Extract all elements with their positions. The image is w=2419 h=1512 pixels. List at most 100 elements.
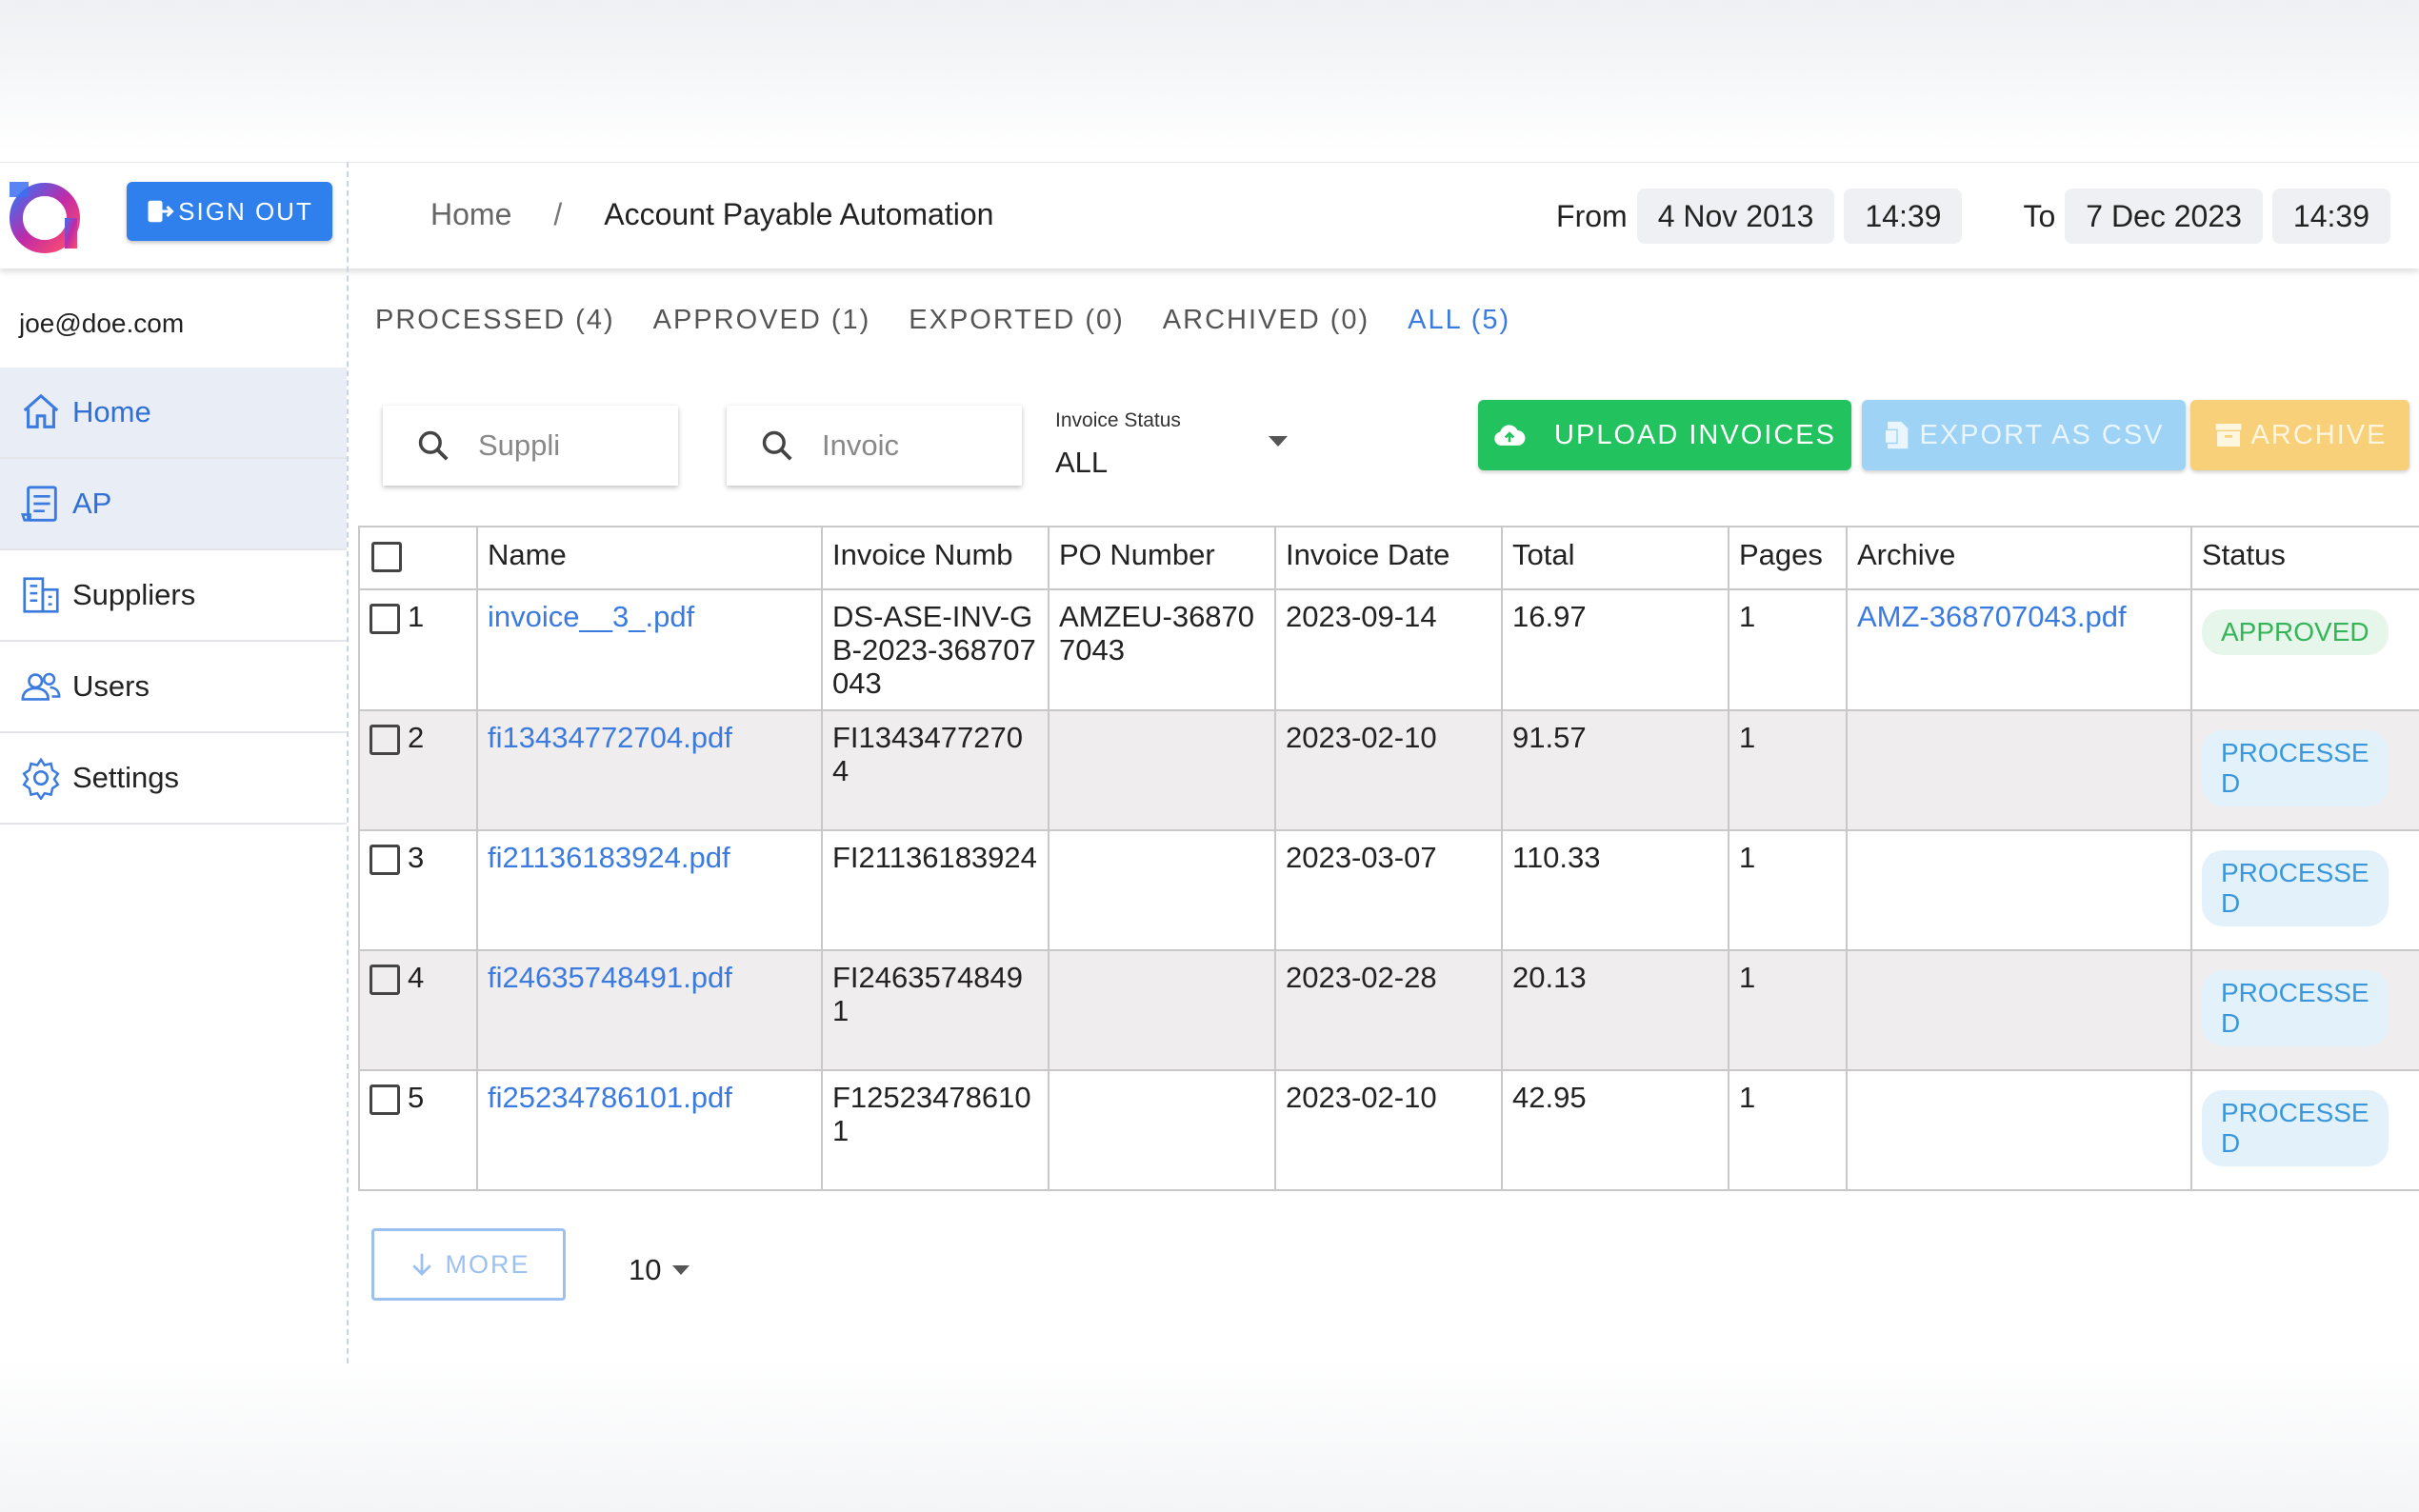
load-more-button[interactable]: MORE: [371, 1228, 566, 1301]
sign-out-button[interactable]: SIGN OUT: [127, 182, 332, 241]
invoice-file-link[interactable]: fi25234786101.pdf: [488, 1081, 732, 1114]
invoice-file-link[interactable]: invoice__3_.pdf: [488, 600, 694, 633]
page-size-select[interactable]: 10: [629, 1253, 690, 1287]
breadcrumb-separator: /: [553, 197, 563, 231]
tab-archived[interactable]: ARCHIVED (0): [1163, 305, 1369, 336]
row-checkbox[interactable]: [370, 724, 400, 755]
table-row[interactable]: 2 fi13434772704.pdf FI13434772704 2023-0…: [358, 709, 2419, 831]
archive-cell: [1846, 829, 2192, 951]
sidebar-item-ap[interactable]: AP: [0, 459, 347, 550]
row-checkbox[interactable]: [370, 964, 400, 995]
row-checkbox[interactable]: [370, 844, 400, 875]
total-cell: 16.97: [1501, 588, 1729, 711]
row-index: 5: [408, 1081, 425, 1114]
to-time-picker[interactable]: 14:39: [2271, 189, 2390, 244]
breadcrumb-home[interactable]: Home: [430, 197, 511, 232]
invoice-number-cell: F125234786101: [821, 1069, 1050, 1191]
pages-cell: 1: [1728, 1069, 1848, 1191]
select-all-cell: [358, 526, 478, 590]
supplier-search[interactable]: [383, 406, 678, 486]
invoice-name-cell: invoice__3_.pdf: [476, 588, 823, 711]
invoice-status-label: Invoice Status: [1055, 409, 1181, 431]
sidebar-item-label: Home: [72, 395, 151, 428]
status-badge: PROCESSED: [2202, 850, 2389, 926]
archive-cell: [1846, 949, 2192, 1071]
total-cell: 91.57: [1501, 709, 1729, 831]
tab-processed[interactable]: PROCESSED (4): [375, 305, 615, 336]
pages-cell: 1: [1728, 709, 1848, 831]
sidebar-item-suppliers[interactable]: Suppliers: [0, 550, 347, 642]
tab-approved[interactable]: APPROVED (1): [653, 305, 871, 336]
column-header-invoice-number[interactable]: Invoice Numb: [821, 526, 1050, 590]
status-cell: PROCESSED: [2190, 1069, 2419, 1191]
from-label: From: [1556, 198, 1628, 233]
from-time-picker[interactable]: 14:39: [1844, 189, 1963, 244]
table-row[interactable]: 3 fi21136183924.pdf FI21136183924 2023-0…: [358, 829, 2419, 951]
po-number-cell: AMZEU-368707043: [1048, 588, 1276, 711]
upload-invoices-button[interactable]: UPLOAD INVOICES: [1478, 400, 1851, 470]
column-header-archive[interactable]: Archive: [1846, 526, 2192, 590]
export-csv-button[interactable]: EXPORT AS CSV: [1862, 400, 2186, 470]
archive-icon: [2215, 424, 2241, 447]
row-checkbox[interactable]: [370, 1084, 400, 1115]
table-row[interactable]: 5 fi25234786101.pdf F125234786101 2023-0…: [358, 1069, 2419, 1191]
date-range: From 4 Nov 2013 14:39 To 7 Dec 2023 14:3…: [1556, 189, 2390, 244]
sidebar-item-settings[interactable]: Settings: [0, 733, 347, 825]
supplier-search-input[interactable]: [478, 428, 650, 463]
sidebar-item-users[interactable]: Users: [0, 642, 347, 733]
invoice-number-cell: FI13434772704: [821, 709, 1050, 831]
upload-invoices-label: UPLOAD INVOICES: [1554, 419, 1836, 450]
to-date-picker[interactable]: 7 Dec 2023: [2065, 189, 2263, 244]
invoice-date-cell: 2023-09-14: [1274, 588, 1503, 711]
select-all-checkbox[interactable]: [371, 541, 402, 572]
invoice-status-select[interactable]: Invoice Status ALL: [1055, 409, 1293, 486]
user-email: joe@doe.com: [19, 308, 185, 338]
status-cell: PROCESSED: [2190, 949, 2419, 1071]
archive-label: ARCHIVE: [2250, 419, 2388, 450]
arrow-down-icon: [411, 1253, 431, 1276]
from-date-picker[interactable]: 4 Nov 2013: [1636, 189, 1835, 244]
tab-all[interactable]: ALL (5): [1408, 305, 1510, 336]
sidebar-item-label: AP: [72, 487, 112, 520]
archive-button[interactable]: ARCHIVE: [2190, 400, 2409, 470]
column-header-name[interactable]: Name: [476, 526, 823, 590]
invoice-file-link[interactable]: fi24635748491.pdf: [488, 961, 732, 994]
search-icon: [762, 430, 792, 461]
logo-icon: [10, 182, 80, 253]
archive-cell: [1846, 709, 2192, 831]
tab-exported[interactable]: EXPORTED (0): [909, 305, 1125, 336]
invoice-date-cell: 2023-02-28: [1274, 949, 1503, 1071]
export-csv-label: EXPORT AS CSV: [1919, 419, 2165, 450]
table-row[interactable]: 4 fi24635748491.pdf FI24635748491 2023-0…: [358, 949, 2419, 1071]
status-badge: PROCESSED: [2202, 1090, 2389, 1166]
column-header-invoice-date[interactable]: Invoice Date: [1274, 526, 1503, 590]
column-header-status[interactable]: Status: [2190, 526, 2419, 590]
sidebar-item-home[interactable]: Home: [0, 368, 347, 459]
archive-file-link[interactable]: AMZ-368707043.pdf: [1857, 600, 2127, 633]
po-number-cell: [1048, 1069, 1276, 1191]
status-cell: PROCESSED: [2190, 709, 2419, 831]
breadcrumb: Home / Account Payable Automation: [430, 197, 993, 232]
invoice-date-cell: 2023-03-07: [1274, 829, 1503, 951]
building-icon: [23, 577, 59, 613]
invoice-search-input[interactable]: [822, 428, 993, 463]
invoice-name-cell: fi21136183924.pdf: [476, 829, 823, 951]
sign-out-label: SIGN OUT: [178, 196, 313, 226]
status-badge: PROCESSED: [2202, 970, 2389, 1046]
status-cell: APPROVED: [2190, 588, 2419, 711]
column-header-po-number[interactable]: PO Number: [1048, 526, 1276, 590]
sidebar-divider: [347, 162, 349, 1363]
search-icon: [418, 430, 449, 461]
invoice-number-cell: FI21136183924: [821, 829, 1050, 951]
invoice-file-link[interactable]: fi13434772704.pdf: [488, 721, 732, 754]
column-header-pages[interactable]: Pages: [1728, 526, 1848, 590]
invoice-date-cell: 2023-02-10: [1274, 1069, 1503, 1191]
to-label: To: [2023, 198, 2056, 233]
cloud-upload-icon: [1494, 425, 1526, 446]
pages-cell: 1: [1728, 588, 1848, 711]
invoice-search[interactable]: [727, 406, 1022, 486]
column-header-total[interactable]: Total: [1501, 526, 1729, 590]
table-row[interactable]: 1 invoice__3_.pdf DS-ASE-INV-GB-2023-368…: [358, 588, 2419, 711]
row-checkbox[interactable]: [370, 603, 400, 634]
invoice-file-link[interactable]: fi21136183924.pdf: [488, 841, 730, 874]
